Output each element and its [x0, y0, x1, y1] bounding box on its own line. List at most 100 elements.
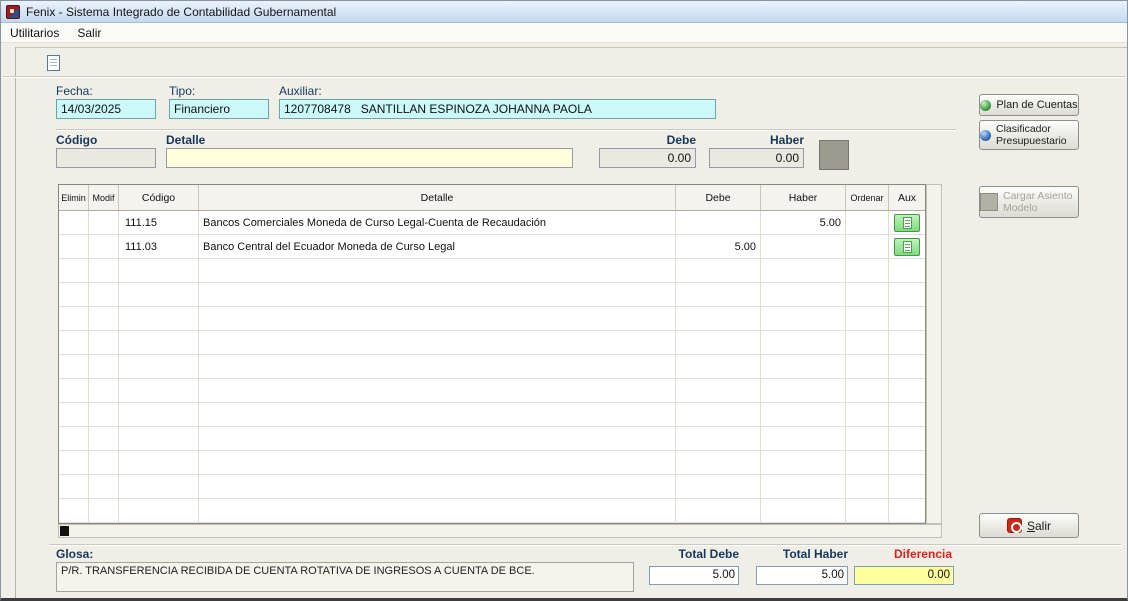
- clasificador-presupuestario-button[interactable]: Clasificador Presupuestario: [979, 120, 1079, 150]
- cell-aux: [889, 403, 925, 427]
- cell-debe: [676, 259, 761, 283]
- table-row[interactable]: [59, 283, 925, 307]
- cell-aux[interactable]: [889, 235, 925, 259]
- table-row[interactable]: 111.03Banco Central del Ecuador Moneda d…: [59, 235, 925, 259]
- cell-detalle: [199, 283, 676, 307]
- cell-detalle: [199, 403, 676, 427]
- salir-button[interactable]: Salir: [979, 513, 1079, 538]
- auxiliar-field[interactable]: [279, 99, 716, 119]
- cell-haber: [761, 331, 846, 355]
- plan-de-cuentas-button[interactable]: Plan de Cuentas: [979, 94, 1079, 116]
- haber-input[interactable]: [709, 148, 804, 168]
- cell-elimin: [59, 259, 89, 283]
- header-debe: Debe: [676, 185, 761, 210]
- table-row[interactable]: [59, 499, 925, 523]
- table-row[interactable]: [59, 355, 925, 379]
- menu-utilitarios[interactable]: Utilitarios: [1, 24, 68, 42]
- cell-haber: [761, 355, 846, 379]
- aux-document-button[interactable]: [894, 214, 920, 232]
- new-entry-button[interactable]: [41, 52, 65, 74]
- cell-detalle: [199, 499, 676, 523]
- cell-elimin: [59, 451, 89, 475]
- cell-debe: [676, 427, 761, 451]
- tipo-field[interactable]: [169, 99, 269, 119]
- cell-codigo[interactable]: 111.15: [119, 211, 199, 235]
- header-aux: Aux: [889, 185, 925, 210]
- cell-modif: [89, 451, 119, 475]
- table-row[interactable]: [59, 475, 925, 499]
- total-haber-value: 5.00: [756, 566, 848, 585]
- cell-haber[interactable]: 5.00: [761, 211, 846, 235]
- cell-debe: [676, 499, 761, 523]
- cell-haber: [761, 307, 846, 331]
- cell-codigo: [119, 355, 199, 379]
- cell-ordenar[interactable]: [846, 211, 889, 235]
- cell-debe[interactable]: 5.00: [676, 235, 761, 259]
- cell-haber: [761, 259, 846, 283]
- table-row[interactable]: [59, 451, 925, 475]
- cell-elimin: [59, 307, 89, 331]
- horizontal-scrollbar[interactable]: [58, 524, 942, 538]
- cell-elimin: [59, 355, 89, 379]
- cell-elimin: [59, 427, 89, 451]
- detalle-input[interactable]: [166, 148, 573, 168]
- vertical-scrollbar[interactable]: [926, 184, 942, 524]
- cell-haber: [761, 499, 846, 523]
- cell-ordenar: [846, 475, 889, 499]
- cell-modif: [89, 355, 119, 379]
- cell-modif[interactable]: [89, 211, 119, 235]
- form-separator: [56, 129, 956, 130]
- cell-detalle: [199, 427, 676, 451]
- cargar-asiento-modelo-button[interactable]: Cargar Asiento Modelo: [979, 186, 1079, 218]
- cell-ordenar[interactable]: [846, 235, 889, 259]
- cell-ordenar: [846, 379, 889, 403]
- cell-codigo[interactable]: 111.03: [119, 235, 199, 259]
- menu-salir[interactable]: Salir: [68, 24, 110, 42]
- header-modif: Modif: [89, 185, 119, 210]
- glosa-field[interactable]: P/R. TRANSFERENCIA RECIBIDA DE CUENTA RO…: [56, 562, 634, 592]
- cell-elimin: [59, 403, 89, 427]
- cell-modif: [89, 307, 119, 331]
- cell-aux: [889, 283, 925, 307]
- cell-ordenar: [846, 355, 889, 379]
- cell-detalle: [199, 307, 676, 331]
- horizontal-scrollbar-thumb[interactable]: [60, 526, 69, 536]
- cell-debe: [676, 307, 761, 331]
- table-row[interactable]: [59, 331, 925, 355]
- table-row[interactable]: [59, 307, 925, 331]
- cell-elimin[interactable]: [59, 235, 89, 259]
- debe-input[interactable]: [599, 148, 696, 168]
- total-haber-label: Total Haber: [756, 547, 848, 561]
- cell-aux[interactable]: [889, 211, 925, 235]
- cell-ordenar: [846, 499, 889, 523]
- cell-debe[interactable]: [676, 211, 761, 235]
- total-debe-label: Total Debe: [649, 547, 739, 561]
- document-icon: [903, 217, 912, 229]
- cell-detalle[interactable]: Bancos Comerciales Moneda de Curso Legal…: [199, 211, 676, 235]
- app-icon: [6, 5, 20, 19]
- cell-modif[interactable]: [89, 235, 119, 259]
- cell-haber: [761, 403, 846, 427]
- cell-modif: [89, 283, 119, 307]
- table-row[interactable]: [59, 403, 925, 427]
- titlebar: Fenix - Sistema Integrado de Contabilida…: [1, 1, 1127, 23]
- cell-modif: [89, 331, 119, 355]
- cell-elimin[interactable]: [59, 211, 89, 235]
- add-entry-button[interactable]: [819, 140, 849, 170]
- table-row[interactable]: [59, 259, 925, 283]
- cell-aux: [889, 355, 925, 379]
- cell-haber[interactable]: [761, 235, 846, 259]
- table-row[interactable]: [59, 427, 925, 451]
- codigo-input[interactable]: [56, 148, 156, 168]
- cell-detalle: [199, 259, 676, 283]
- cell-elimin: [59, 499, 89, 523]
- fecha-field[interactable]: [56, 99, 156, 119]
- header-elimin: Elimin: [59, 185, 89, 210]
- table-row[interactable]: [59, 379, 925, 403]
- panel-left-edge: [15, 47, 16, 598]
- table-row[interactable]: 111.15Bancos Comerciales Moneda de Curso…: [59, 211, 925, 235]
- cell-ordenar: [846, 427, 889, 451]
- cell-detalle[interactable]: Banco Central del Ecuador Moneda de Curs…: [199, 235, 676, 259]
- diferencia-value: 0.00: [854, 566, 954, 585]
- aux-document-button[interactable]: [894, 238, 920, 256]
